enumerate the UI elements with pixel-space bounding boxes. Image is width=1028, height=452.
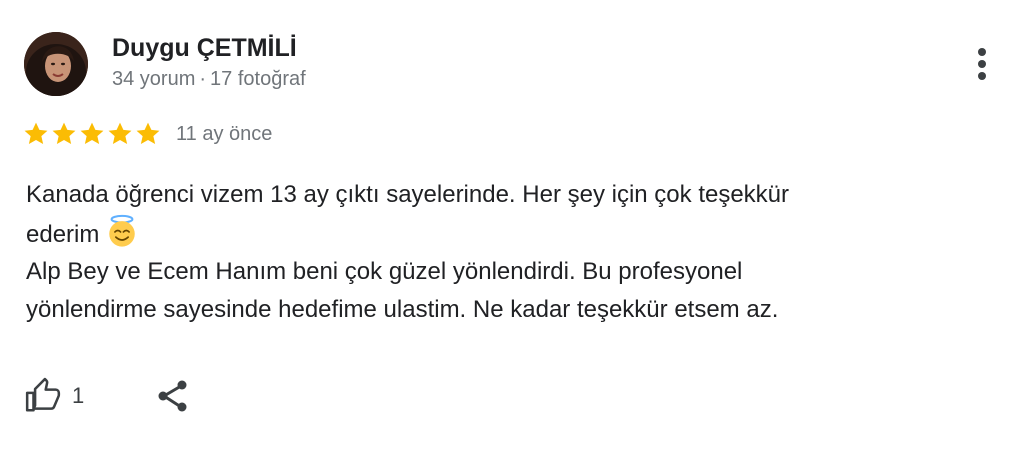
more-dot [978, 60, 986, 68]
thumb-up-icon [25, 377, 61, 412]
more-vert-icon[interactable] [968, 44, 998, 84]
avatar[interactable] [24, 32, 88, 96]
review-text: Kanada öğrenci vizem 13 ay çıktı sayeler… [26, 176, 986, 328]
review-text-line: Alp Bey ve Ecem Hanım beni çok güzel yön… [26, 258, 743, 285]
review-text-line-with-emoji: ederim [26, 214, 986, 254]
smiling-face-with-halo-icon [109, 214, 136, 247]
more-dot [978, 48, 986, 56]
share-button[interactable] [154, 376, 194, 416]
reviews-count: 34 yorum [112, 68, 196, 90]
review-date: 11 ay önce [176, 123, 273, 145]
more-dot [978, 72, 986, 80]
review-card: Duygu ÇETMİLİ 34 yorum · 17 fotoğraf 11 ay… [0, 0, 1028, 452]
review-text-line: Kanada öğrenci vizem 13 ay çıktı sayeler… [26, 181, 790, 208]
star-icon [108, 122, 132, 145]
avatar-image [24, 32, 88, 96]
like-count: 1 [72, 383, 85, 408]
star-icon [136, 122, 160, 145]
photos-count: 17 fotoğraf [210, 68, 306, 90]
review-text-line: ederim [26, 220, 100, 248]
like-button[interactable]: 1 [24, 376, 84, 416]
author-name[interactable]: Duygu ÇETMİLİ [112, 34, 297, 63]
star-rating [22, 120, 162, 148]
author-meta: 34 yorum · 17 fotoğraf [112, 68, 306, 91]
meta-separator: · [199, 68, 207, 90]
share-icon [158, 380, 187, 412]
review-text-line: yönlendirme sayesinde hedefime ulastim. … [26, 295, 779, 323]
star-icon [52, 122, 76, 145]
star-icon [80, 122, 104, 145]
star-icon [24, 122, 48, 145]
